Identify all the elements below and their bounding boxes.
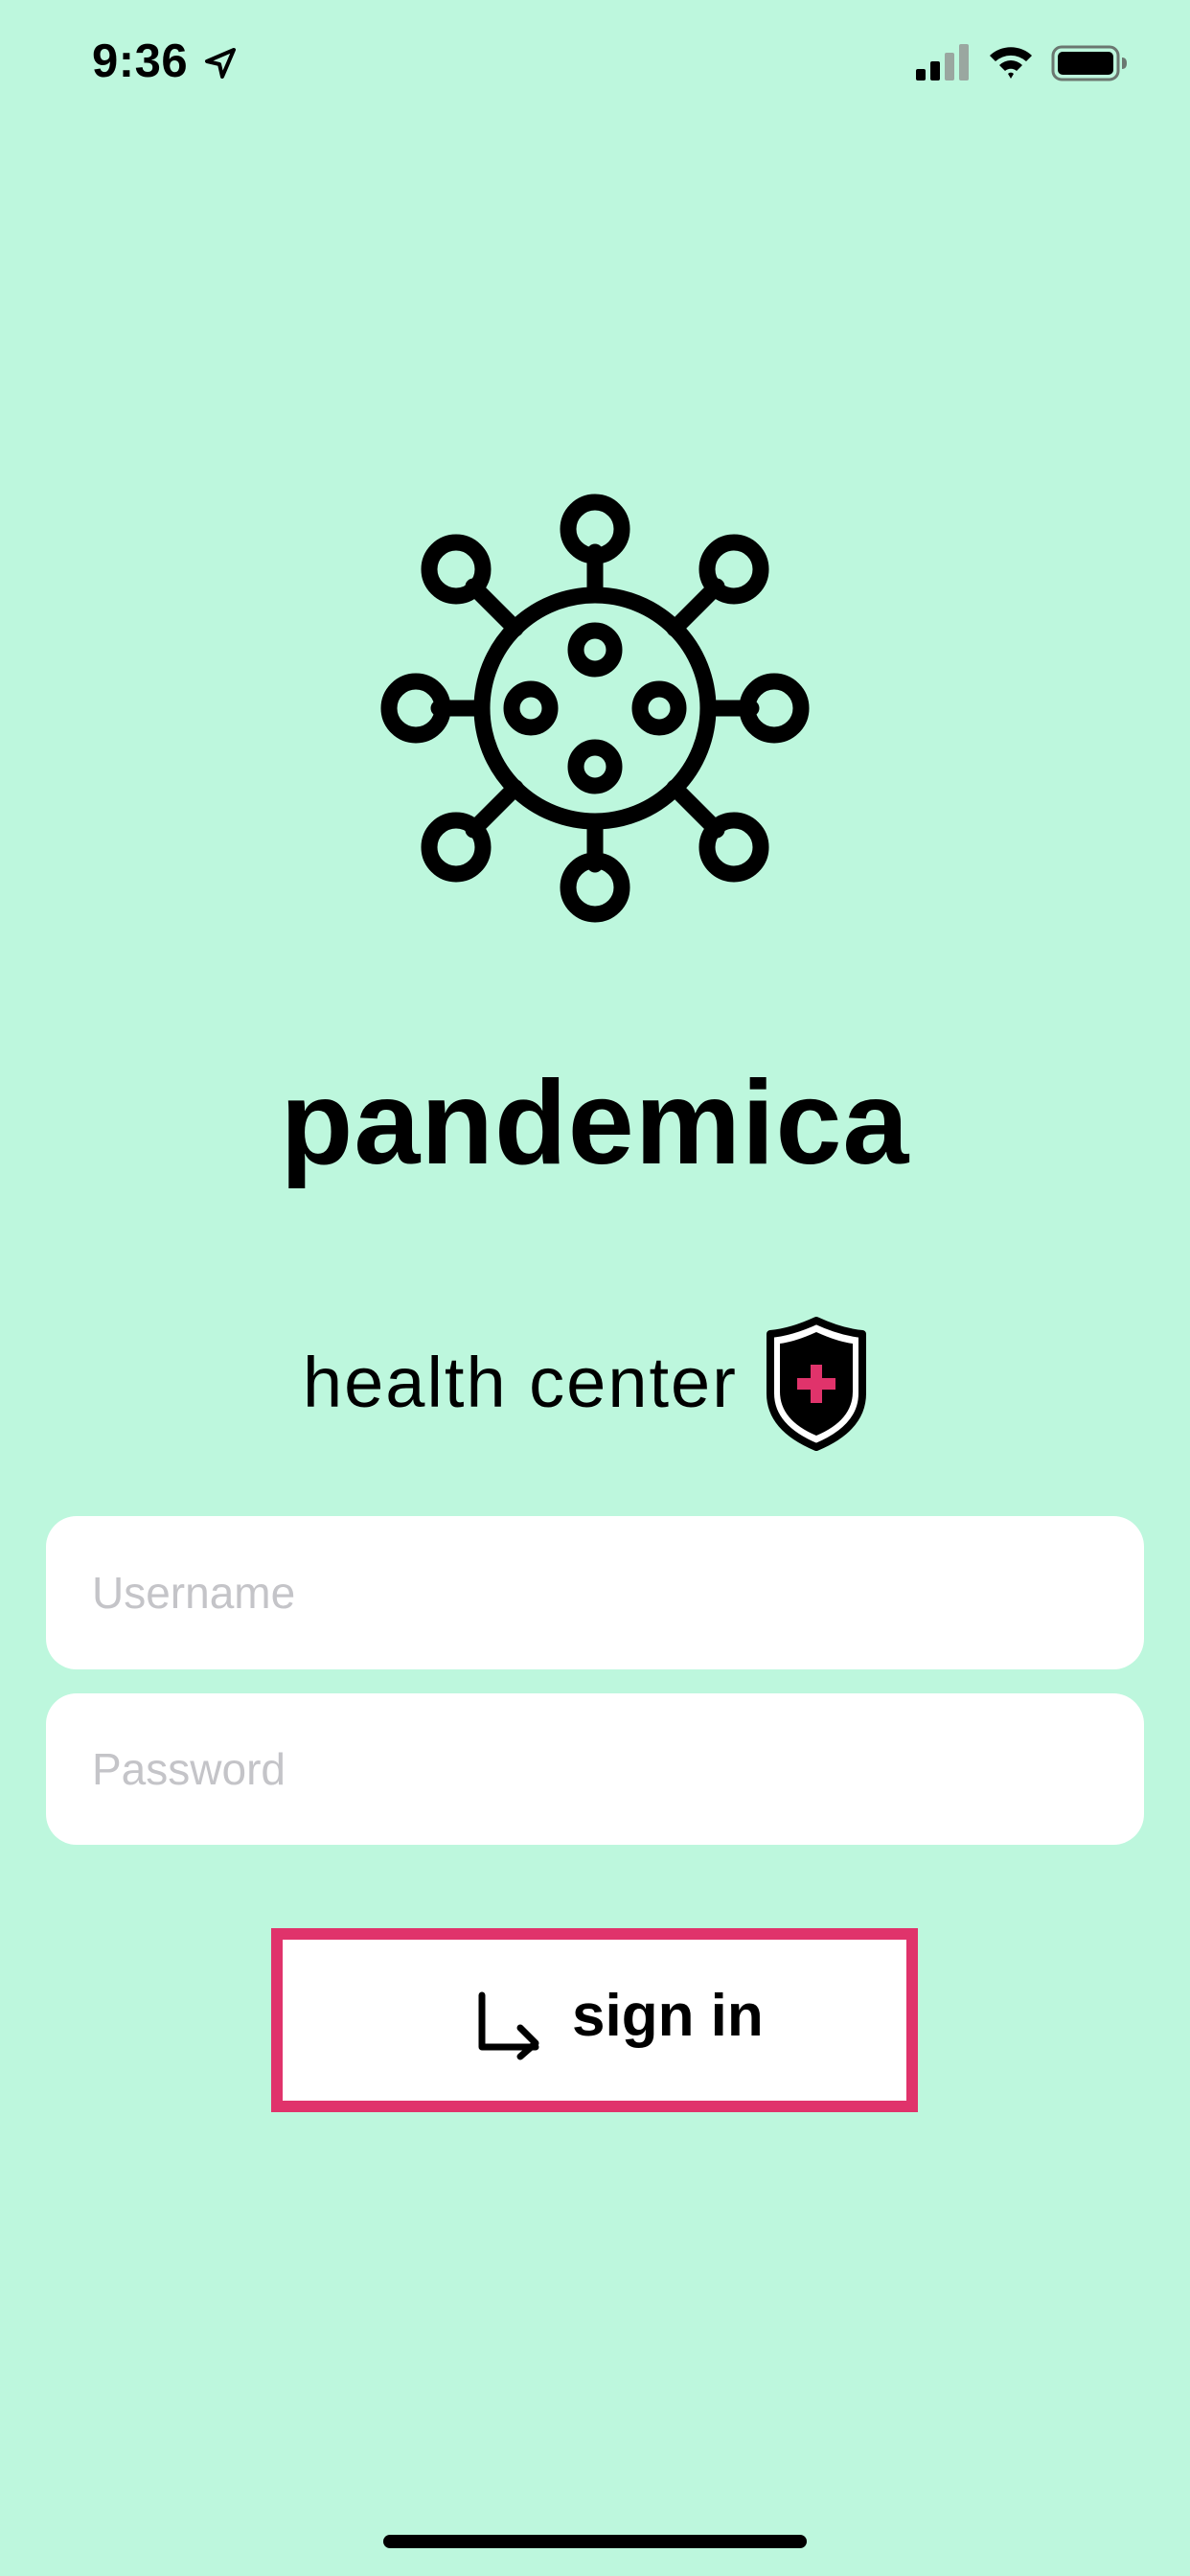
app-title: pandemica — [280, 1057, 910, 1189]
cellular-signal-icon — [916, 44, 969, 80]
subtitle-row: health center — [0, 1311, 1190, 1455]
battery-icon — [1051, 45, 1127, 81]
status-bar: 9:36 — [0, 0, 1190, 126]
subtitle-text: health center — [303, 1343, 738, 1422]
sign-in-button[interactable]: sign in — [271, 1928, 918, 2112]
arrow-turn-right-icon — [478, 1991, 539, 2060]
sign-in-label: sign in — [572, 1983, 764, 2049]
location-arrow-icon — [205, 48, 236, 79]
password-input[interactable] — [46, 1693, 1144, 1845]
home-indicator[interactable] — [383, 2535, 807, 2548]
shield-plus-icon — [767, 1317, 866, 1451]
virus-icon — [380, 494, 810, 923]
status-time: 9:36 — [92, 35, 189, 87]
wifi-icon — [990, 47, 1032, 79]
username-input[interactable] — [46, 1516, 1144, 1669]
